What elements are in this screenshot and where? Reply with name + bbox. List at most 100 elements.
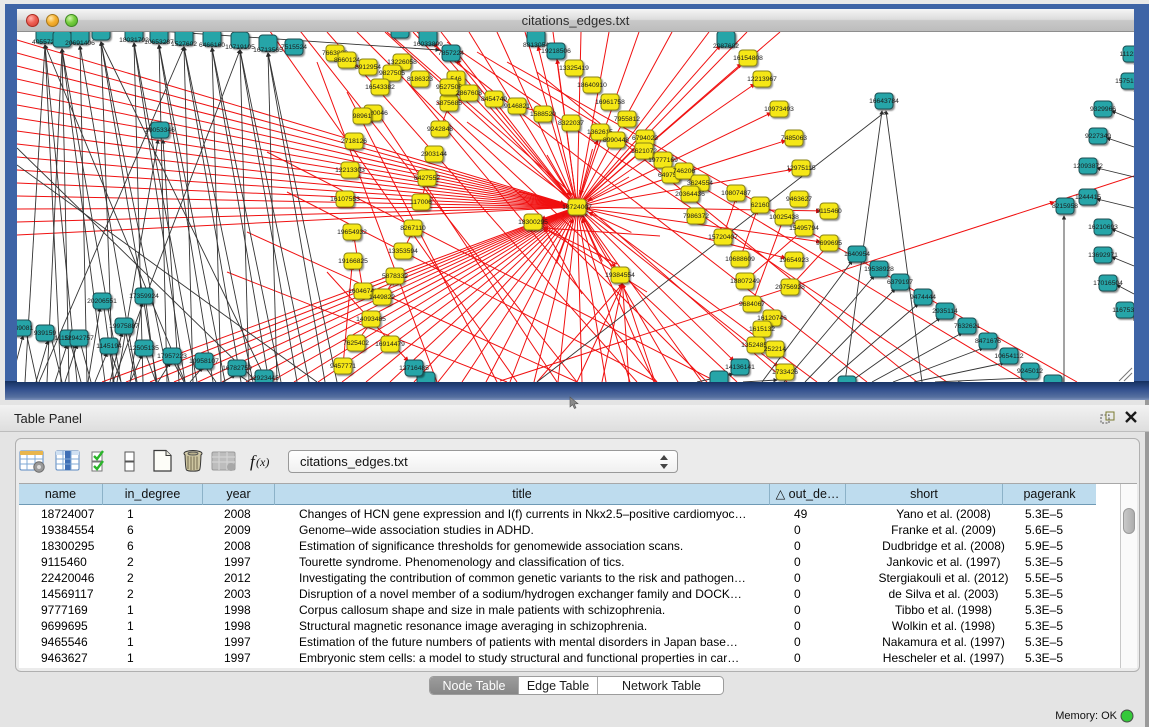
svg-text:3875685: 3875685 bbox=[436, 100, 462, 107]
svg-text:16543382: 16543382 bbox=[365, 84, 395, 91]
svg-text:10654112: 10654112 bbox=[994, 353, 1024, 360]
svg-text:7632621: 7632621 bbox=[954, 323, 980, 330]
svg-text:13692971: 13692971 bbox=[1088, 252, 1118, 259]
svg-text:14093485: 14093485 bbox=[356, 316, 386, 323]
svg-text:12505135: 12505135 bbox=[129, 345, 159, 352]
svg-text:9242848: 9242848 bbox=[427, 126, 453, 133]
svg-text:252214: 252214 bbox=[764, 346, 787, 353]
svg-text:9457771: 9457771 bbox=[330, 363, 356, 370]
svg-text:9115460: 9115460 bbox=[816, 208, 842, 215]
svg-text:7625402: 7625402 bbox=[343, 340, 369, 347]
svg-text:13325419: 13325419 bbox=[559, 65, 589, 72]
svg-text:10719195: 10719195 bbox=[225, 44, 255, 51]
svg-text:9245012: 9245012 bbox=[1017, 368, 1043, 375]
svg-text:12213303: 12213303 bbox=[335, 167, 365, 174]
svg-text:6466160: 6466160 bbox=[199, 42, 225, 49]
svg-text:12923445: 12923445 bbox=[249, 375, 279, 382]
svg-text:6379197: 6379197 bbox=[887, 279, 913, 286]
svg-text:12975115: 12975115 bbox=[786, 165, 816, 172]
svg-text:10807487: 10807487 bbox=[721, 190, 751, 197]
svg-text:16914479: 16914479 bbox=[375, 341, 405, 348]
svg-text:1112384: 1112384 bbox=[1119, 51, 1134, 58]
svg-text:19975887: 19975887 bbox=[109, 323, 139, 330]
svg-text:10958107: 10958107 bbox=[189, 358, 219, 365]
svg-text:2903144: 2903144 bbox=[421, 151, 447, 158]
svg-text:9329966: 9329966 bbox=[1090, 106, 1116, 113]
svg-text:2087682: 2087682 bbox=[713, 43, 739, 50]
svg-text:7986372: 7986372 bbox=[683, 213, 709, 220]
svg-text:7485063: 7485063 bbox=[781, 135, 807, 142]
svg-text:10973493: 10973493 bbox=[764, 106, 794, 113]
svg-text:2935114: 2935114 bbox=[932, 308, 958, 315]
svg-text:2718126: 2718126 bbox=[341, 138, 367, 145]
svg-text:9474444: 9474444 bbox=[910, 294, 936, 301]
svg-text:18724007: 18724007 bbox=[562, 204, 592, 211]
svg-text:12093872: 12093872 bbox=[1073, 163, 1103, 170]
svg-text:16154808: 16154808 bbox=[733, 55, 763, 62]
svg-text:19777169: 19777169 bbox=[648, 157, 678, 164]
svg-text:19218506: 19218506 bbox=[541, 48, 571, 55]
svg-text:7515524: 7515524 bbox=[281, 44, 307, 51]
svg-text:8267110: 8267110 bbox=[400, 225, 426, 232]
svg-text:16107553: 16107553 bbox=[330, 196, 360, 203]
svg-text:62160: 62160 bbox=[751, 202, 770, 209]
svg-text:8454749: 8454749 bbox=[481, 96, 507, 103]
svg-text:19538928: 19538928 bbox=[864, 266, 894, 273]
svg-text:19166825: 19166825 bbox=[338, 258, 368, 265]
svg-text:1640954: 1640954 bbox=[844, 251, 870, 258]
svg-text:9684067: 9684067 bbox=[739, 301, 765, 308]
svg-text:14136141: 14136141 bbox=[725, 364, 755, 371]
svg-text:12213967: 12213967 bbox=[747, 76, 777, 83]
svg-text:13716485: 13716485 bbox=[399, 365, 429, 372]
svg-text:8660124: 8660124 bbox=[334, 57, 360, 64]
svg-text:20691406: 20691406 bbox=[65, 40, 95, 47]
svg-text:1527602: 1527602 bbox=[171, 41, 197, 48]
svg-text:6794023: 6794023 bbox=[632, 135, 658, 142]
svg-text:8427552: 8427552 bbox=[414, 175, 440, 182]
svg-text:18807249: 18807249 bbox=[730, 278, 760, 285]
svg-text:16782759: 16782759 bbox=[222, 365, 252, 372]
svg-text:19654932: 19654932 bbox=[337, 229, 367, 236]
svg-text:1621072: 1621072 bbox=[631, 148, 657, 155]
svg-text:18640910: 18640910 bbox=[577, 82, 607, 89]
svg-text:20364436: 20364436 bbox=[675, 191, 705, 198]
svg-text:16713565: 16713565 bbox=[253, 47, 283, 54]
svg-text:12942757: 12942757 bbox=[64, 335, 94, 342]
svg-text:10653287: 10653287 bbox=[144, 39, 174, 46]
svg-text:20206551: 20206551 bbox=[87, 298, 117, 305]
svg-text:19654923: 19654923 bbox=[779, 257, 809, 264]
svg-text:16033809: 16033809 bbox=[413, 41, 443, 48]
svg-text:13353594: 13353594 bbox=[388, 248, 418, 255]
svg-text:8186323: 8186323 bbox=[407, 76, 433, 83]
svg-text:(x): (x) bbox=[256, 455, 269, 469]
svg-text:15720407: 15720407 bbox=[708, 234, 738, 241]
svg-text:9227349: 9227349 bbox=[1085, 133, 1111, 140]
svg-text:939081: 939081 bbox=[17, 325, 33, 332]
svg-text:20053346: 20053346 bbox=[145, 127, 175, 134]
svg-text:8471676: 8471676 bbox=[975, 338, 1001, 345]
svg-text:5878332: 5878332 bbox=[382, 273, 408, 280]
svg-text:16210693: 16210693 bbox=[1088, 224, 1118, 231]
svg-text:1145194: 1145194 bbox=[96, 343, 122, 350]
svg-text:19384554: 19384554 bbox=[605, 272, 635, 279]
svg-text:1244415: 1244415 bbox=[1075, 194, 1101, 201]
svg-text:1615132: 1615132 bbox=[749, 326, 775, 333]
svg-text:1733426: 1733426 bbox=[772, 369, 798, 376]
svg-text:9699695: 9699695 bbox=[816, 240, 842, 247]
svg-text:10688609: 10688609 bbox=[725, 256, 755, 263]
svg-text:2867608: 2867608 bbox=[456, 90, 482, 97]
svg-text:98961: 98961 bbox=[353, 113, 372, 120]
svg-text:18300295: 18300295 bbox=[518, 219, 548, 226]
svg-text:17359924: 17359924 bbox=[129, 293, 159, 300]
svg-text:8990448: 8990448 bbox=[603, 137, 629, 144]
svg-text:17957223: 17957223 bbox=[157, 353, 187, 360]
svg-text:17016504: 17016504 bbox=[1093, 280, 1123, 287]
svg-text:8322037: 8322037 bbox=[558, 120, 584, 127]
svg-text:15495794: 15495794 bbox=[789, 225, 819, 232]
svg-text:1588520: 1588520 bbox=[530, 111, 556, 118]
svg-text:8912954: 8912954 bbox=[355, 64, 381, 71]
svg-text:7857224: 7857224 bbox=[438, 50, 464, 57]
svg-text:939159: 939159 bbox=[34, 330, 57, 337]
svg-text:9827505: 9827505 bbox=[379, 70, 405, 77]
svg-text:1167533: 1167533 bbox=[1112, 307, 1134, 314]
